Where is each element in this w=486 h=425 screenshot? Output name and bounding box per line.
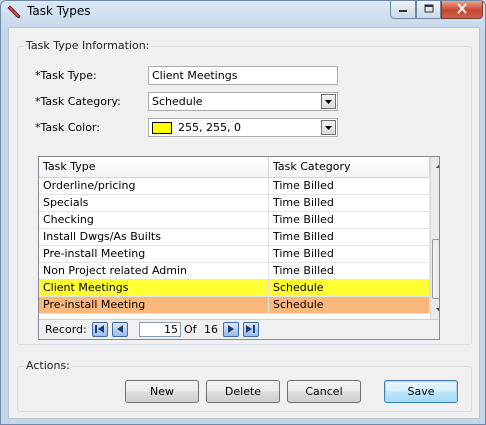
table-row[interactable]: Specials Time Billed [39, 195, 430, 212]
maximize-button[interactable] [416, 1, 441, 19]
first-record-button[interactable] [92, 322, 108, 337]
close-icon [456, 2, 468, 17]
cell-task-type: Specials [39, 195, 269, 211]
dialog-body: Task Type Information: *Task Type: Clien… [8, 27, 480, 419]
table-row[interactable]: Orderline/pricing Time Billed [39, 178, 430, 195]
next-record-button[interactable] [223, 322, 239, 337]
cell-task-category: Time Billed [269, 212, 430, 228]
column-header-task-category[interactable]: Task Category [269, 157, 430, 177]
task-type-information-title: Task Type Information: [24, 39, 152, 52]
cell-task-type: Pre-install Meeting [39, 246, 269, 262]
task-types-grid: Task Type Task Category Orderline/pricin… [38, 156, 440, 340]
table-row[interactable]: Pre-install Meeting Schedule [39, 297, 430, 314]
previous-record-button[interactable] [112, 322, 128, 337]
table-row[interactable]: Non Project related Admin Time Billed [39, 263, 430, 280]
cell-task-type: Orderline/pricing [39, 178, 269, 194]
save-button[interactable]: Save [384, 380, 458, 403]
cell-task-category: Time Billed [269, 229, 430, 245]
grid-header: Task Type Task Category [39, 157, 430, 178]
cell-task-category: Schedule [269, 297, 430, 313]
task-color-value: 255, 255, 0 [178, 121, 241, 134]
scroll-thumb[interactable] [432, 239, 439, 299]
cell-task-category: Time Billed [269, 178, 430, 194]
table-row[interactable]: Pre-install Meeting Time Billed [39, 246, 430, 263]
cancel-button[interactable]: Cancel [287, 380, 361, 403]
minimize-icon [398, 3, 408, 16]
scroll-up-icon[interactable] [431, 158, 439, 174]
record-label: Record: [45, 323, 87, 336]
task-color-select[interactable]: 255, 255, 0 [148, 118, 338, 137]
new-button[interactable]: New [125, 380, 199, 403]
actions-group: Actions: New Delete Cancel Save [17, 359, 472, 412]
cell-task-category: Time Billed [269, 246, 430, 262]
cell-task-category: Time Billed [269, 195, 430, 211]
cell-task-type: Client Meetings [39, 280, 269, 296]
record-number-input[interactable]: 15 [139, 322, 181, 337]
close-button[interactable] [441, 1, 483, 19]
table-row[interactable]: Install Dwgs/As Builts Time Billed [39, 229, 430, 246]
cell-task-type: Checking [39, 212, 269, 228]
record-total: 16 [204, 323, 218, 336]
minimize-button[interactable] [390, 1, 416, 19]
pencil-icon [7, 4, 23, 20]
actions-title: Actions: [24, 359, 72, 372]
vertical-scrollbar[interactable] [430, 157, 439, 319]
next-record-icon [227, 323, 235, 336]
table-row[interactable]: Checking Time Billed [39, 212, 430, 229]
table-row[interactable]: Client Meetings Schedule [39, 280, 430, 297]
color-swatch [152, 122, 172, 134]
previous-record-icon [116, 323, 124, 336]
cell-task-type: Pre-install Meeting [39, 297, 269, 313]
task-type-input[interactable]: Client Meetings [148, 66, 338, 85]
cell-task-category: Schedule [269, 280, 430, 296]
chevron-down-icon[interactable] [321, 120, 336, 135]
first-record-icon [95, 323, 105, 336]
cell-task-category: Time Billed [269, 263, 430, 279]
delete-button[interactable]: Delete [206, 380, 280, 403]
chevron-down-icon[interactable] [321, 94, 336, 109]
task-category-select[interactable]: Schedule [148, 92, 338, 111]
task-color-label: *Task Color: [35, 121, 100, 134]
title-bar[interactable]: Task Types [1, 1, 485, 23]
cell-task-type: Install Dwgs/As Builts [39, 229, 269, 245]
task-type-label: *Task Type: [35, 69, 97, 82]
column-header-task-type[interactable]: Task Type [39, 157, 269, 177]
maximize-icon [424, 3, 434, 16]
task-category-value: Schedule [152, 95, 203, 108]
task-category-label: *Task Category: [35, 95, 121, 108]
task-types-window: Task Types Task Type Information: *Task … [0, 0, 486, 425]
last-record-icon [246, 323, 256, 336]
of-label: Of [184, 323, 197, 336]
last-record-button[interactable] [243, 322, 259, 337]
window-title: Task Types [27, 4, 91, 18]
scroll-down-icon[interactable] [431, 302, 439, 318]
record-navigator: Record: 15 Of 16 [39, 319, 439, 339]
cell-task-type: Non Project related Admin [39, 263, 269, 279]
